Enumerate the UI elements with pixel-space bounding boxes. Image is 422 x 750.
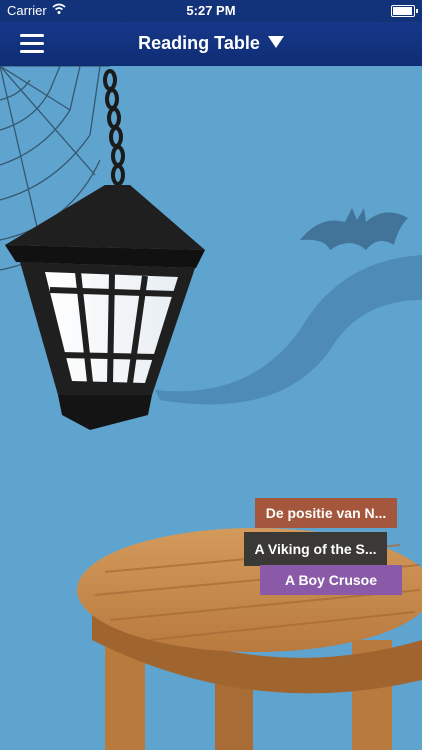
nav-bar: Reading Table (0, 22, 422, 66)
status-time: 5:27 PM (186, 3, 236, 18)
book-title: De positie van N... (265, 505, 387, 521)
bat-icon (300, 208, 408, 250)
lantern-icon (5, 69, 205, 430)
book-spine[interactable]: A Viking of the S... (244, 532, 387, 566)
page-title: Reading Table (138, 33, 260, 53)
title-dropdown[interactable]: Reading Table (0, 33, 422, 54)
battery-icon (391, 5, 418, 17)
dropdown-triangle-icon (267, 36, 284, 48)
book-spine[interactable]: De positie van N... (255, 498, 397, 528)
status-bar: Carrier 5:27 PM (0, 0, 422, 22)
book-title: A Viking of the S... (254, 541, 377, 557)
reading-scene: De positie van N... A Viking of the S...… (0, 66, 422, 750)
book-spine[interactable]: A Boy Crusoe (260, 565, 402, 595)
scene-illustration (0, 66, 422, 750)
book-title: A Boy Crusoe (284, 572, 378, 588)
